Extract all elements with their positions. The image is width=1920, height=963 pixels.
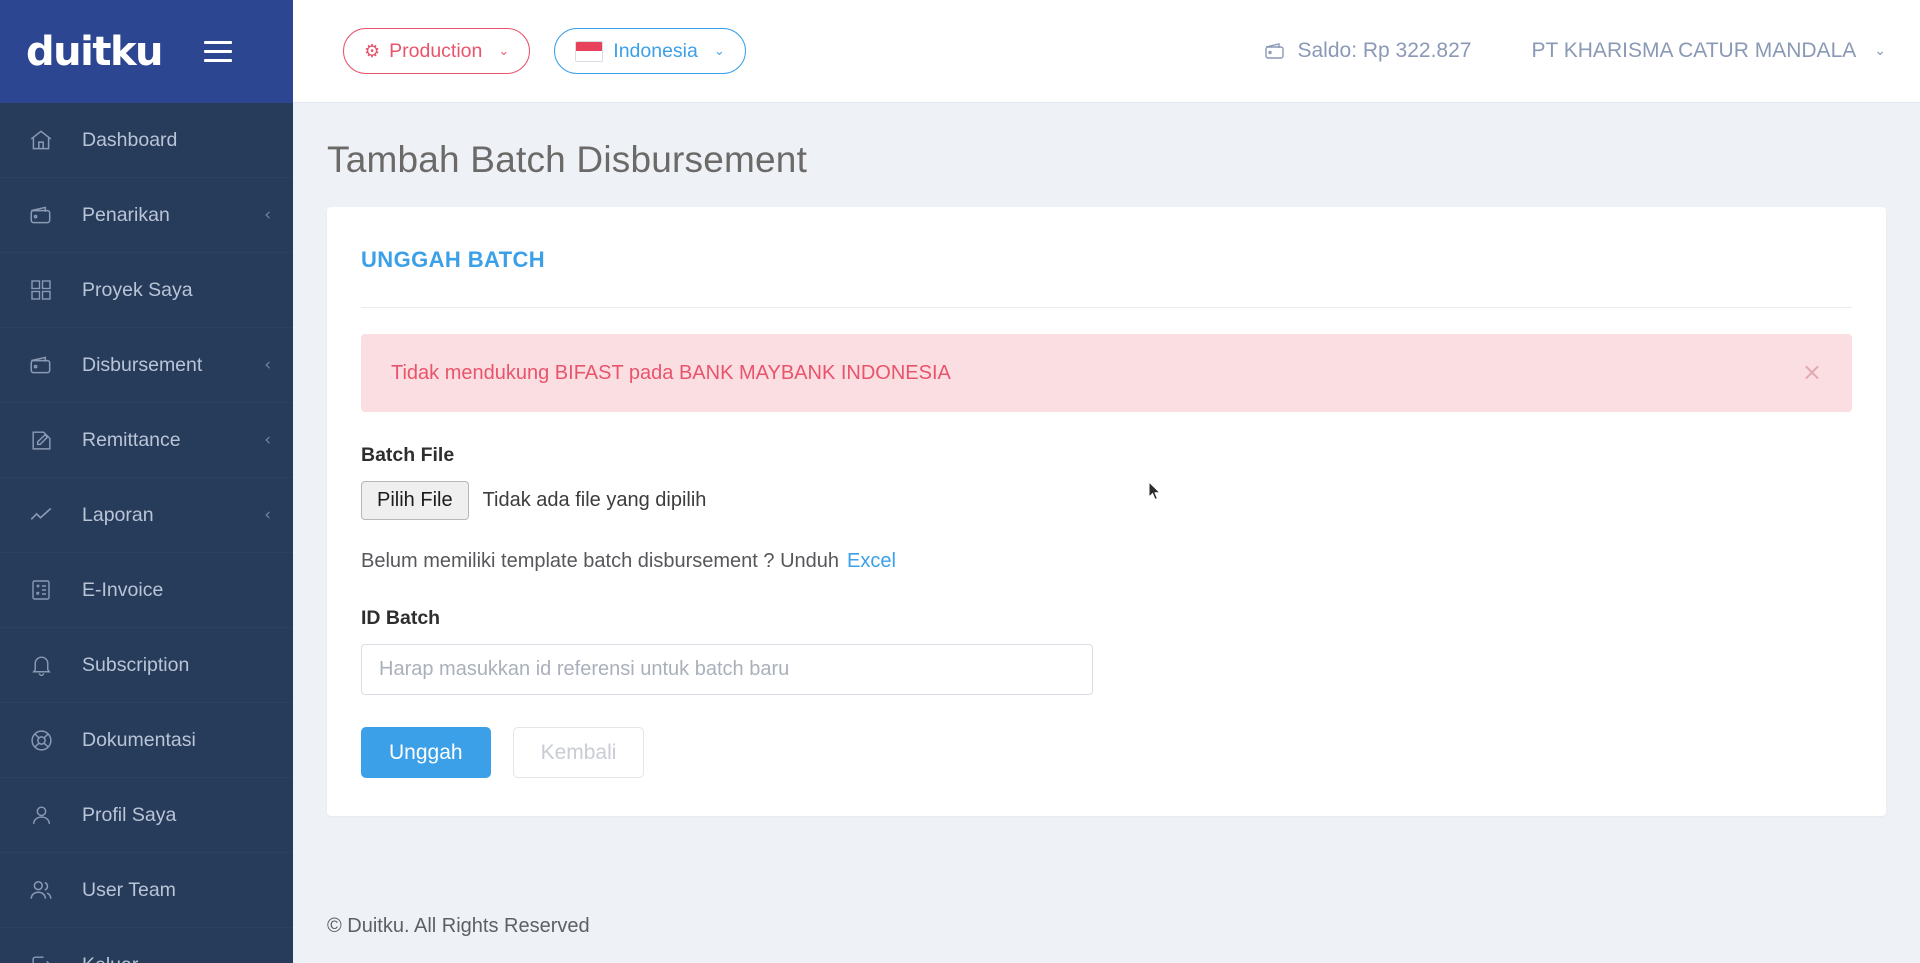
language-label: Indonesia <box>613 39 698 62</box>
template-hint-text: Belum memiliki template batch disburseme… <box>361 550 839 572</box>
invoice-icon <box>24 575 58 605</box>
batch-file-input-row[interactable]: Pilih File Tidak ada file yang dipilih <box>361 481 1852 520</box>
template-hint: Belum memiliki template batch disburseme… <box>361 550 1852 573</box>
user-icon <box>24 800 58 830</box>
batch-file-label: Batch File <box>361 444 455 466</box>
bell-icon <box>24 650 58 680</box>
wallet-icon <box>24 350 58 380</box>
grid-icon <box>24 275 58 305</box>
lifebuoy-icon <box>24 725 58 755</box>
sidebar-item-proyek-saya[interactable]: Proyek Saya <box>0 253 293 328</box>
sidebar-item-label: Disbursement <box>82 353 203 376</box>
chevron-left-icon: ‹ <box>264 204 271 225</box>
language-selector[interactable]: Indonesia ⌄ <box>554 28 746 74</box>
sidebar-nav: Dashboard Penarikan ‹ Proyek Saya Disbur… <box>0 103 293 963</box>
flag-stripe-red <box>576 41 603 51</box>
error-alert: Tidak mendukung BIFAST pada BANK MAYBANK… <box>361 334 1852 412</box>
sidebar-item-label: Laporan <box>82 503 154 526</box>
sidebar-item-keluar[interactable]: Keluar <box>0 928 293 963</box>
id-batch-input[interactable] <box>361 644 1093 695</box>
chevron-left-icon: ‹ <box>264 429 271 450</box>
wallet-icon <box>24 200 58 230</box>
environment-selector[interactable]: ⚙ Production ⌄ <box>343 28 531 74</box>
sidebar-item-label: E-Invoice <box>82 578 164 601</box>
home-icon <box>24 125 58 155</box>
brand-header: duitku <box>0 0 293 103</box>
balance-display: Saldo: Rp 322.827 <box>1263 39 1472 63</box>
sidebar-item-disbursement[interactable]: Disbursement ‹ <box>0 328 293 403</box>
page-title: Tambah Batch Disbursement <box>327 139 808 180</box>
flag-indonesia-icon <box>575 40 604 62</box>
logout-icon <box>24 950 58 963</box>
gear-icon: ⚙ <box>364 41 381 61</box>
chevron-down-icon: ⌄ <box>498 43 510 59</box>
account-menu[interactable]: PT KHARISMA CATUR MANDALA ⌄ <box>1531 39 1886 63</box>
flag-stripe-white <box>576 51 603 61</box>
hamburger-bar <box>204 41 233 44</box>
chart-line-icon <box>24 500 58 530</box>
sidebar-item-subscription[interactable]: Subscription <box>0 628 293 703</box>
file-status-text: Tidak ada file yang dipilih <box>482 489 707 511</box>
edit-icon <box>24 425 58 455</box>
sidebar-item-laporan[interactable]: Laporan ‹ <box>0 478 293 553</box>
choose-file-button[interactable]: Pilih File <box>361 481 469 520</box>
sidebar-item-dokumentasi[interactable]: Dokumentasi <box>0 703 293 778</box>
wallet-icon <box>1263 39 1287 63</box>
users-icon <box>24 875 58 905</box>
topbar: ⚙ Production ⌄ Indonesia ⌄ Saldo: Rp 322… <box>293 0 1920 103</box>
sidebar-item-penarikan[interactable]: Penarikan ‹ <box>0 178 293 253</box>
kembali-button[interactable]: Kembali <box>512 727 645 778</box>
account-label: PT KHARISMA CATUR MANDALA <box>1531 39 1857 62</box>
unggah-button[interactable]: Unggah <box>361 727 491 778</box>
footer: © Duitku. All Rights Reserved <box>293 889 1920 963</box>
sidebar-item-label: Subscription <box>82 653 190 676</box>
hamburger-bar <box>204 59 233 62</box>
hamburger-icon[interactable] <box>204 41 233 62</box>
chevron-left-icon: ‹ <box>264 354 271 375</box>
duitku-logo: duitku <box>26 28 164 75</box>
unggah-batch-card: UNGGAH BATCH Tidak mendukung BIFAST pada… <box>327 207 1886 816</box>
form-actions: Unggah Kembali <box>361 727 1852 778</box>
chevron-down-icon: ⌄ <box>1874 43 1886 59</box>
close-icon[interactable]: × <box>1782 360 1822 384</box>
sidebar: duitku Dashboard Penarikan ‹ Proyek Saya… <box>0 0 293 963</box>
sidebar-item-label: Keluar <box>82 954 271 963</box>
sidebar-item-e-invoice[interactable]: E-Invoice <box>0 553 293 628</box>
chevron-down-icon: ⌄ <box>713 43 725 59</box>
chevron-left-icon: ‹ <box>264 504 271 525</box>
sidebar-item-label: User Team <box>82 878 176 901</box>
environment-label: Production <box>389 39 483 62</box>
hamburger-bar <box>204 50 233 53</box>
sidebar-item-profil-saya[interactable]: Profil Saya <box>0 778 293 853</box>
sidebar-item-label: Dashboard <box>82 128 178 151</box>
card-title: UNGGAH BATCH <box>361 247 1852 308</box>
main-region: ⚙ Production ⌄ Indonesia ⌄ Saldo: Rp 322… <box>293 0 1920 963</box>
footer-text: © Duitku. All Rights Reserved <box>327 914 590 937</box>
id-batch-label: ID Batch <box>361 607 441 629</box>
sidebar-item-remittance[interactable]: Remittance ‹ <box>0 403 293 478</box>
sidebar-item-label: Profil Saya <box>82 803 177 826</box>
alert-message: Tidak mendukung BIFAST pada BANK MAYBANK… <box>391 362 951 384</box>
sidebar-item-label: Dokumentasi <box>82 728 196 751</box>
sidebar-item-label: Proyek Saya <box>82 278 193 301</box>
download-excel-link[interactable]: Excel <box>847 550 896 572</box>
sidebar-item-user-team[interactable]: User Team <box>0 853 293 928</box>
sidebar-item-label: Penarikan <box>82 203 170 226</box>
sidebar-item-label: Remittance <box>82 428 181 451</box>
balance-label: Saldo: Rp 322.827 <box>1297 39 1472 62</box>
sidebar-item-dashboard[interactable]: Dashboard <box>0 103 293 178</box>
content-area: Tambah Batch Disbursement UNGGAH BATCH T… <box>293 103 1920 889</box>
